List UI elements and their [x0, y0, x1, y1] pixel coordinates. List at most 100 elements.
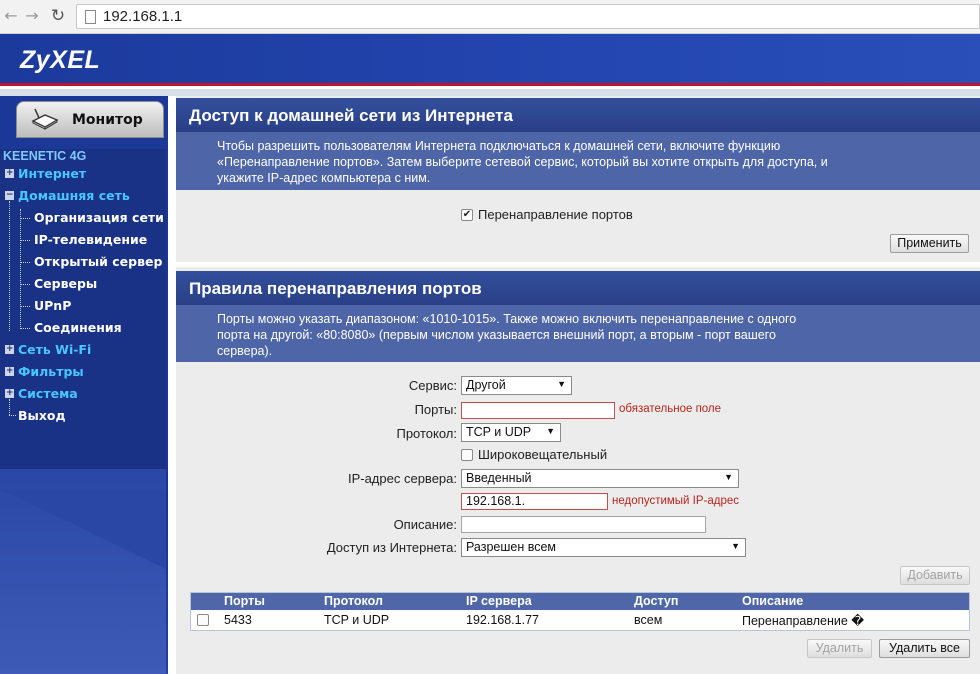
tree-line [9, 201, 10, 331]
sidebar-decoration [0, 469, 166, 674]
protocol-select[interactable]: TCP и UDP ▼ [461, 423, 561, 442]
protocol-select-value: TCP и UDP [466, 425, 532, 439]
sidebar: Монитор KEENETIC 4G + Интернет − Домашня… [0, 96, 168, 674]
url-text[interactable]: 192.168.1.1 [103, 8, 182, 25]
delete-all-button[interactable]: Удалить все [879, 639, 970, 658]
internet-access-select[interactable]: Разрешен всем ▼ [461, 538, 746, 557]
section-title-remote-access: Доступ к домашней сети из Интернета [176, 98, 980, 132]
ports-error: обязательное поле [619, 403, 722, 415]
forward-arrow-icon[interactable]: → [22, 6, 42, 26]
zyxel-logo: ZyXEL [20, 46, 101, 74]
sidebar-item-logout[interactable]: Выход [18, 408, 66, 423]
main-content: Доступ к домашней сети из Интернета Чтоб… [176, 96, 980, 674]
sidebar-item-connections[interactable]: Соединения [34, 320, 122, 335]
description-input[interactable] [461, 516, 706, 533]
monitor-tab-label: Монитор [72, 112, 143, 128]
server-ip-error: недопустимый IP-адрес [612, 495, 740, 507]
broadcast-label: Широковещательный [478, 447, 608, 462]
address-bar[interactable]: 192.168.1.1 [76, 4, 980, 29]
expand-icon[interactable]: + [5, 169, 14, 178]
server-ip-input[interactable]: 192.168.1. [461, 493, 608, 510]
tree-line [20, 284, 30, 285]
sidebar-item-internet[interactable]: Интернет [18, 166, 86, 181]
desc-line: «Перенаправление портов». Затем выберите… [217, 155, 828, 169]
tree-line [20, 328, 30, 329]
tree-line [20, 240, 30, 241]
rules-table: Порты Протокол IP сервера Доступ Описани… [190, 592, 970, 631]
broadcast-checkbox[interactable] [461, 449, 473, 461]
cell-ports: 5433 [224, 613, 252, 627]
column-header-access: Доступ [634, 594, 679, 608]
apply-button[interactable]: Применить [890, 234, 969, 253]
internet-access-label: Доступ из Интернета: [326, 540, 457, 555]
dropdown-arrow-icon: ▼ [731, 541, 740, 551]
tree-line [9, 415, 16, 416]
expand-icon[interactable]: + [5, 367, 14, 376]
tree-line [9, 399, 10, 415]
header-strip [0, 89, 980, 96]
sidebar-item-lan-setup[interactable]: Организация сети [34, 210, 164, 225]
tree-line [20, 209, 21, 329]
cell-description: Перенаправление � [742, 614, 865, 628]
protocol-label: Протокол: [396, 426, 457, 441]
router-icon [31, 108, 59, 130]
sidebar-item-system[interactable]: Система [18, 386, 78, 401]
reload-icon[interactable]: ↻ [48, 6, 68, 26]
cell-server-ip: 192.168.1.77 [466, 613, 539, 627]
sidebar-item-open-server[interactable]: Открытый сервер [34, 254, 162, 269]
back-arrow-icon[interactable]: ← [1, 6, 21, 26]
server-ip-mode-select[interactable]: Введенный ▼ [461, 469, 739, 488]
expand-icon[interactable]: + [5, 345, 14, 354]
server-ip-label: IP-адрес сервера: [347, 471, 457, 486]
row-select-checkbox[interactable] [197, 614, 209, 626]
ports-input[interactable] [461, 402, 615, 419]
table-header: Порты Протокол IP сервера Доступ Описани… [191, 593, 969, 610]
column-header-ports: Порты [224, 594, 265, 608]
sidebar-item-upnp[interactable]: UPnP [34, 298, 71, 313]
sidebar-item-iptv[interactable]: IP-телевидение [34, 232, 147, 247]
dropdown-arrow-icon: ▼ [546, 426, 555, 436]
dropdown-arrow-icon: ▼ [557, 379, 566, 389]
desc-line: Чтобы разрешить пользователям Интернета … [217, 139, 781, 153]
tree-line [20, 306, 30, 307]
expand-icon[interactable]: + [5, 389, 14, 398]
browser-toolbar: ← → ↻ 192.168.1.1 [0, 0, 980, 34]
monitor-tab[interactable]: Монитор [16, 101, 164, 138]
ports-label: Порты: [414, 402, 457, 417]
section-title-port-rules: Правила перенаправления портов [176, 271, 980, 305]
desc-line: порта на другой: «80:8080» (первым число… [217, 328, 776, 342]
desc-line: Порты можно указать диапазоном: «1010-10… [217, 312, 797, 326]
tree-line [20, 262, 30, 263]
sidebar-item-servers[interactable]: Серверы [34, 276, 97, 291]
description-label: Описание: [393, 517, 457, 532]
sidebar-item-filters[interactable]: Фильтры [18, 364, 84, 379]
section-description-port-rules: Порты можно указать диапазоном: «1010-10… [176, 305, 980, 362]
server-ip-mode-value: Введенный [466, 471, 532, 485]
collapse-icon[interactable]: − [5, 191, 14, 200]
port-forwarding-label: Перенаправление портов [478, 207, 633, 222]
section-description-remote-access: Чтобы разрешить пользователям Интернета … [176, 132, 980, 190]
service-select[interactable]: Другой ▼ [461, 376, 572, 395]
sidebar-item-home-network[interactable]: Домашняя сеть [18, 188, 130, 203]
section-divider [176, 262, 980, 267]
sidebar-item-wifi[interactable]: Сеть Wi-Fi [18, 342, 91, 357]
desc-line: сервера). [217, 344, 273, 358]
header-banner: ZyXEL [0, 34, 980, 86]
internet-access-value: Разрешен всем [466, 540, 557, 554]
tree-line [20, 218, 30, 219]
device-name: KEENETIC 4G [3, 149, 87, 163]
page-icon [85, 10, 96, 24]
service-label: Сервис: [408, 378, 457, 393]
delete-button[interactable]: Удалить [807, 639, 872, 658]
add-button[interactable]: Добавить [900, 566, 970, 585]
nav-menu: KEENETIC 4G + Интернет − Домашняя сеть О… [0, 149, 166, 469]
column-header-description: Описание [742, 594, 804, 608]
desc-line: укажите IP-адрес компьютера с ним. [217, 171, 431, 185]
dropdown-arrow-icon: ▼ [724, 472, 733, 482]
service-select-value: Другой [466, 378, 506, 392]
port-forwarding-checkbox[interactable]: ✔ [461, 209, 473, 221]
column-header-server-ip: IP сервера [466, 594, 532, 608]
cell-access: всем [634, 613, 663, 627]
column-header-protocol: Протокол [324, 594, 383, 608]
cell-protocol: TCP и UDP [324, 613, 390, 627]
